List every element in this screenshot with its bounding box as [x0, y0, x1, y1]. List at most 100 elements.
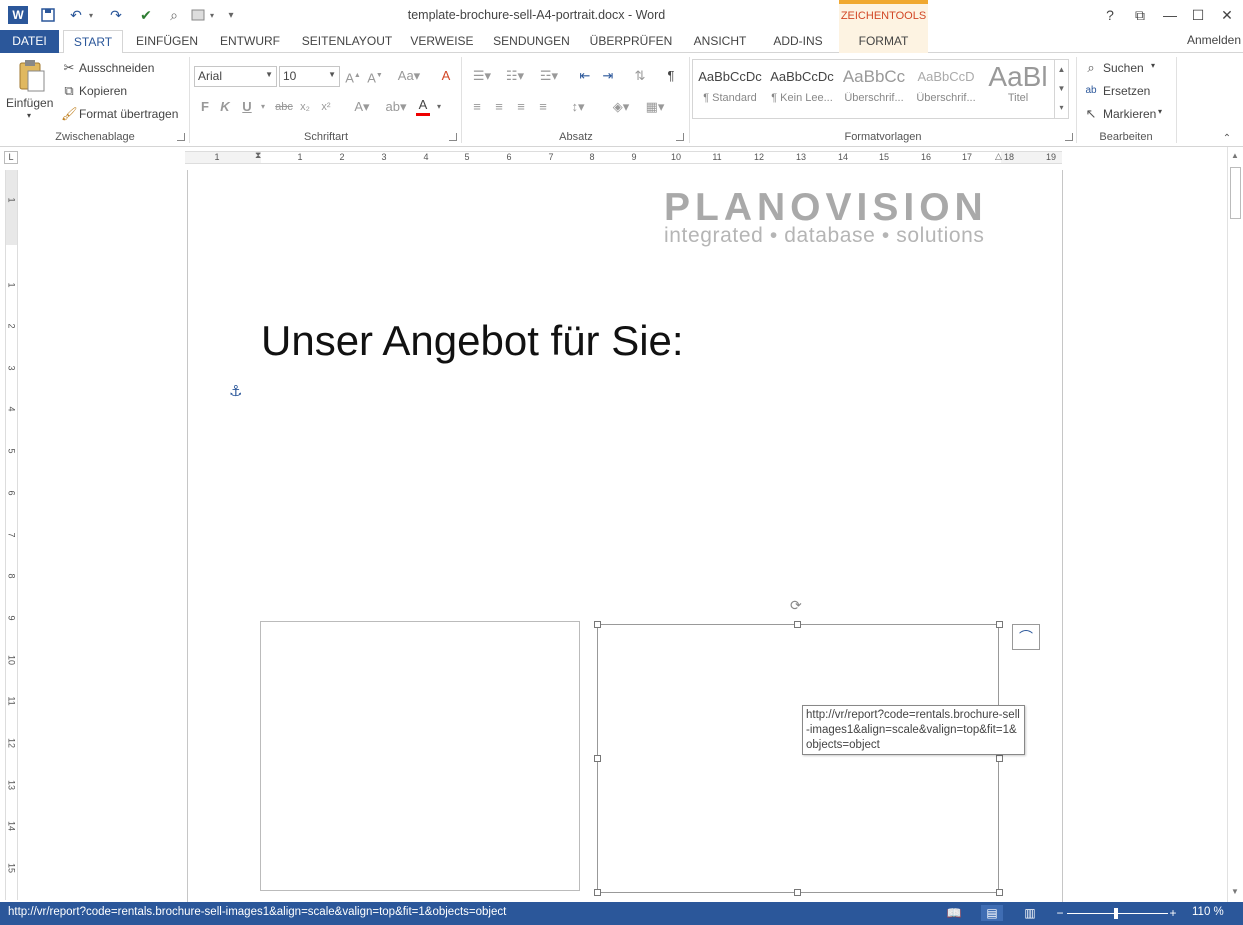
grow-font-icon[interactable]: A▲ — [344, 68, 362, 86]
sign-in-link[interactable]: Anmelden — [1187, 33, 1241, 47]
web-layout-icon[interactable]: ▥ — [1019, 905, 1041, 921]
shading-icon[interactable]: ◈▾ — [607, 99, 635, 115]
style-standard[interactable]: AaBbCcDc ¶ Standard — [696, 62, 764, 114]
decrease-indent-icon[interactable]: ⇤ — [576, 68, 594, 84]
vertical-ruler[interactable]: 1 1 2 3 4 5 6 7 8 9 10 11 12 13 14 15 — [5, 170, 18, 900]
resize-handle[interactable] — [594, 621, 601, 628]
style-ueberschrift-1[interactable]: AaBbCc Überschrif... — [840, 62, 908, 114]
zoom-level[interactable]: 110 % — [1192, 906, 1224, 918]
paste-icon[interactable] — [14, 59, 48, 95]
style-kein-leerraum[interactable]: AaBbCcDc ¶ Kein Lee... — [768, 62, 836, 114]
tab-sendungen[interactable]: SENDUNGEN — [489, 30, 574, 53]
select-button[interactable]: Markieren — [1103, 107, 1156, 121]
tab-selector[interactable]: L — [4, 151, 18, 164]
tab-start[interactable]: START — [63, 30, 123, 54]
tab-einfuegen[interactable]: EINFÜGEN — [131, 30, 203, 53]
resize-handle[interactable] — [996, 621, 1003, 628]
superscript-button[interactable]: x² — [318, 99, 334, 115]
image-placeholder-left[interactable] — [260, 621, 580, 891]
tab-format[interactable]: FORMAT — [839, 30, 928, 53]
right-indent-marker[interactable]: △ — [995, 151, 1002, 162]
ribbon-display-options-button[interactable]: ⧉ — [1128, 4, 1152, 26]
format-painter-button[interactable]: Format übertragen — [79, 107, 178, 121]
underline-dropdown-icon[interactable]: ▾ — [258, 99, 268, 115]
help-button[interactable]: ? — [1098, 4, 1122, 26]
font-family-select[interactable]: Arial ▼ — [194, 66, 277, 87]
scrollbar-thumb[interactable] — [1230, 167, 1241, 219]
tab-verweise[interactable]: VERWEISE — [407, 30, 477, 53]
scroll-down-icon[interactable]: ▼ — [1231, 887, 1239, 896]
resize-handle[interactable] — [996, 755, 1003, 762]
style-titel[interactable]: AaBl Titel — [984, 62, 1052, 114]
align-right-icon[interactable]: ≡ — [512, 99, 530, 115]
multilevel-list-icon[interactable]: ☲▾ — [535, 68, 563, 84]
show-formatting-button[interactable]: ¶ — [662, 68, 680, 84]
italic-button[interactable]: K — [218, 99, 232, 115]
align-left-icon[interactable]: ≡ — [468, 99, 486, 115]
resize-handle[interactable] — [594, 755, 601, 762]
change-case-icon[interactable]: Aa▾ — [394, 68, 424, 84]
tab-ueberpruefen[interactable]: ÜBERPRÜFEN — [586, 30, 676, 53]
increase-indent-icon[interactable]: ⇥ — [599, 68, 617, 84]
cut-button[interactable]: Ausschneiden — [79, 61, 154, 75]
font-launcher-icon[interactable] — [449, 133, 457, 141]
bullets-icon[interactable]: ☰▾ — [468, 68, 496, 84]
tab-add-ins[interactable]: ADD-INS — [764, 30, 832, 53]
numbering-icon[interactable]: ☷▾ — [501, 68, 529, 84]
justify-icon[interactable]: ≡ — [534, 99, 552, 115]
resize-handle[interactable] — [794, 889, 801, 896]
underline-button[interactable]: U — [240, 99, 254, 115]
font-color-dropdown-icon[interactable]: ▾ — [434, 99, 444, 115]
resize-handle[interactable] — [594, 889, 601, 896]
line-spacing-icon[interactable]: ↕▾ — [564, 99, 592, 115]
replace-button[interactable]: Ersetzen — [1103, 84, 1150, 98]
indent-marker[interactable]: ⧗ — [255, 150, 261, 161]
gallery-scroll[interactable]: ▲ ▼ ▾ — [1054, 60, 1068, 118]
strikethrough-button[interactable]: abc — [273, 99, 295, 115]
tab-entwurf[interactable]: ENTWURF — [214, 30, 286, 53]
resize-handle[interactable] — [996, 889, 1003, 896]
vertical-scrollbar[interactable]: ▲ ▼ — [1227, 147, 1243, 902]
style-ueberschrift-2[interactable]: AaBbCcD Überschrif... — [912, 62, 980, 114]
text-effects-icon[interactable]: A▾ — [348, 99, 376, 115]
clear-formatting-icon[interactable]: A — [437, 68, 455, 84]
minimize-button[interactable]: — — [1158, 4, 1182, 26]
anchor-icon[interactable]: ⚓ — [229, 382, 242, 400]
resize-handle[interactable] — [794, 621, 801, 628]
align-center-icon[interactable]: ≡ — [490, 99, 508, 115]
zoom-in-button[interactable]: + — [1162, 905, 1184, 921]
bold-button[interactable]: F — [198, 99, 212, 115]
close-button[interactable]: ✕ — [1215, 4, 1239, 26]
zoom-slider-thumb[interactable] — [1114, 908, 1118, 919]
print-layout-icon[interactable]: ▤ — [981, 905, 1003, 921]
tab-seitenlayout[interactable]: SEITENLAYOUT — [297, 30, 397, 53]
paragraph-launcher-icon[interactable] — [676, 133, 684, 141]
paste-dropdown-icon[interactable]: ▾ — [27, 111, 31, 120]
subscript-button[interactable]: x₂ — [297, 99, 313, 115]
tab-ansicht[interactable]: ANSICHT — [686, 30, 754, 53]
rotate-handle-icon[interactable]: ⟳ — [790, 597, 802, 614]
collapse-ribbon-icon[interactable]: ⌃ — [1220, 131, 1234, 147]
copy-button[interactable]: Kopieren — [79, 84, 127, 98]
scroll-up-icon[interactable]: ▲ — [1231, 151, 1239, 160]
select-dropdown-icon[interactable]: ▾ — [1158, 107, 1162, 116]
layout-options-icon[interactable]: ⌒ — [1012, 624, 1040, 650]
tab-datei[interactable]: DATEI — [0, 30, 59, 53]
sort-icon[interactable]: ⇅ — [631, 68, 649, 84]
clipboard-launcher-icon[interactable] — [177, 133, 185, 141]
maximize-button[interactable]: ☐ — [1186, 4, 1210, 26]
font-color-icon[interactable]: A — [416, 97, 430, 116]
ruler-tick: 2 — [339, 152, 345, 162]
page-heading[interactable]: Unser Angebot für Sie: — [261, 315, 684, 367]
read-mode-icon[interactable]: 📖 — [943, 905, 965, 921]
highlight-color-icon[interactable]: ab▾ — [381, 99, 411, 115]
styles-launcher-icon[interactable] — [1065, 133, 1073, 141]
paste-button[interactable]: Einfügen — [6, 96, 53, 110]
find-dropdown-icon[interactable]: ▾ — [1151, 61, 1155, 70]
shrink-font-icon[interactable]: A▼ — [366, 68, 384, 86]
horizontal-ruler[interactable]: ⧗ △ 1 1 2 3 4 5 6 7 8 9 10 11 12 13 14 1… — [185, 150, 1062, 164]
borders-icon[interactable]: ▦▾ — [641, 99, 669, 115]
find-button[interactable]: Suchen — [1103, 61, 1144, 75]
font-size-select[interactable]: 10 ▼ — [279, 66, 340, 87]
image-placeholder-right[interactable] — [597, 624, 999, 893]
